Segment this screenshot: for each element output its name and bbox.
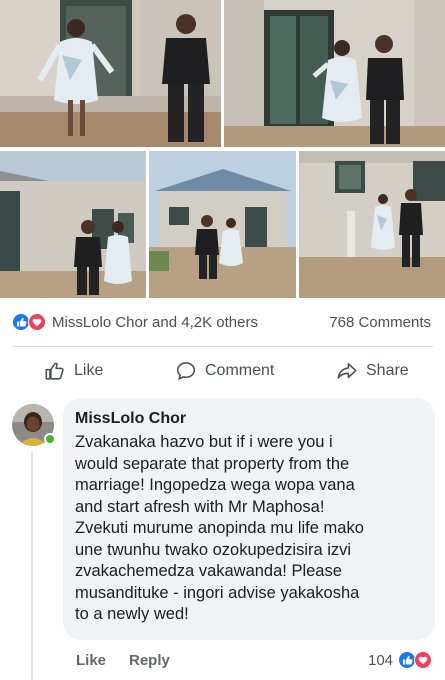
love-icon bbox=[28, 313, 46, 331]
comment-footer: Like Reply 104 bbox=[0, 648, 445, 676]
like-label: Like bbox=[74, 362, 104, 379]
like-icon bbox=[12, 313, 30, 331]
comment-line: would separate that property from the bbox=[75, 454, 350, 473]
comment-line: to a newly wed! bbox=[75, 605, 189, 623]
comment-reaction-count[interactable]: 104 bbox=[368, 652, 393, 669]
comments-count[interactable]: 768 Comments bbox=[329, 314, 431, 331]
comment-bubble-icon bbox=[176, 362, 196, 380]
comment-line: Zvekuti murume anopinda mu life mako bbox=[75, 519, 364, 537]
online-status-dot bbox=[44, 433, 56, 445]
post-photo-2[interactable] bbox=[224, 0, 445, 147]
comment-text: Zvakanaka hazvo but if i were you i woul… bbox=[75, 432, 423, 626]
like-icon bbox=[398, 651, 416, 669]
comment-line: musandituke - ingori advise yakakosha bbox=[75, 583, 360, 602]
reaction-icons[interactable] bbox=[12, 313, 48, 331]
thumbs-up-icon bbox=[45, 362, 64, 380]
comment-bubble: MissLolo Chor Zvakanaka hazvo but if i w… bbox=[63, 398, 435, 640]
reactions-summary-row: MissLolo Chor and 4,2K others 768 Commen… bbox=[0, 306, 445, 338]
post-photo-5[interactable] bbox=[299, 151, 445, 298]
comment-line: and start afresh with Mr Maphosa! bbox=[75, 497, 325, 516]
post-photo-1[interactable] bbox=[0, 0, 221, 147]
divider bbox=[12, 346, 433, 347]
post-photo-3[interactable] bbox=[0, 151, 146, 298]
comment-line: marriage! Ingopedza wega wopa vana bbox=[75, 476, 355, 494]
comment-line: zvakachemedza vakawanda! Please bbox=[75, 562, 342, 580]
post-photo-4[interactable] bbox=[149, 151, 296, 298]
comment-label: Comment bbox=[205, 362, 275, 379]
comment-line: une twunhu twako ozokupedzisira izvi bbox=[75, 540, 352, 559]
reactors-summary[interactable]: MissLolo Chor and 4,2K others bbox=[52, 314, 258, 331]
post-photo-collage[interactable] bbox=[0, 0, 445, 298]
share-arrow-icon bbox=[337, 362, 357, 379]
post-action-bar: Like Comment Share bbox=[0, 350, 445, 392]
comment-line: Zvakanaka hazvo but if i were you i bbox=[75, 433, 333, 451]
comment-author[interactable]: MissLolo Chor bbox=[75, 408, 423, 430]
comment-button[interactable]: Comment bbox=[175, 358, 274, 384]
comment-reply-button[interactable]: Reply bbox=[129, 652, 170, 669]
comment-like-button[interactable]: Like bbox=[76, 652, 106, 669]
comment-reaction-icons[interactable] bbox=[398, 651, 434, 669]
like-button[interactable]: Like bbox=[44, 358, 103, 384]
share-label: Share bbox=[366, 362, 409, 379]
love-icon bbox=[414, 651, 432, 669]
comment-thread-line bbox=[31, 452, 33, 680]
share-button[interactable]: Share bbox=[336, 358, 409, 384]
